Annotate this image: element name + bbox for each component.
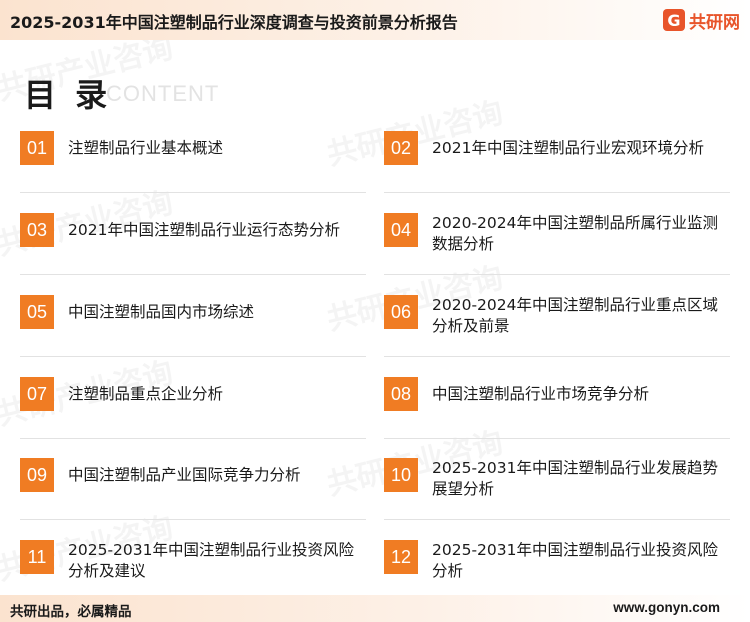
toc-item[interactable]: 03 2021年中国注塑制品行业运行态势分析 (20, 213, 368, 285)
divider (384, 192, 730, 193)
divider (20, 438, 366, 439)
header-bar: 2025-2031年中国注塑制品行业深度调查与投资前景分析报告 G 共研网 (0, 0, 750, 40)
toc-item[interactable]: 05 中国注塑制品国内市场综述 (20, 295, 368, 367)
toc-item-number: 10 (384, 458, 418, 492)
toc-item[interactable]: 06 2020-2024年中国注塑制品行业重点区域分析及前景 (384, 295, 732, 367)
toc-item-label: 2021年中国注塑制品行业运行态势分析 (68, 220, 340, 239)
toc-item-number: 08 (384, 377, 418, 411)
toc-item[interactable]: 09 中国注塑制品产业国际竞争力分析 (20, 458, 368, 530)
toc-item-label: 2025-2031年中国注塑制品行业发展趋势展望分析 (432, 459, 718, 498)
toc-heading: 目 录 (24, 76, 112, 114)
toc-item-label: 2020-2024年中国注塑制品行业重点区域分析及前景 (432, 296, 718, 335)
toc-item-label: 中国注塑制品行业市场竞争分析 (432, 384, 650, 403)
toc-item-number: 03 (20, 213, 54, 247)
toc-item-label: 2020-2024年中国注塑制品所属行业监测数据分析 (432, 214, 718, 253)
divider (384, 519, 730, 520)
toc-item-label: 2025-2031年中国注塑制品行业投资风险分析 (432, 541, 718, 580)
toc-item[interactable]: 08 中国注塑制品行业市场竞争分析 (384, 377, 732, 449)
divider (20, 356, 366, 357)
toc-item-label: 中国注塑制品产业国际竞争力分析 (68, 465, 301, 484)
divider (384, 356, 730, 357)
toc-item[interactable]: 04 2020-2024年中国注塑制品所属行业监测数据分析 (384, 213, 732, 285)
footer-slogan: 共研出品，必属精品 (10, 604, 132, 620)
toc-item-number: 02 (384, 131, 418, 165)
divider (20, 274, 366, 275)
logo-icon: G (663, 9, 685, 31)
toc-item[interactable]: 01 注塑制品行业基本概述 (20, 131, 368, 203)
toc-item[interactable]: 02 2021年中国注塑制品行业宏观环境分析 (384, 131, 732, 203)
footer-bar: 共研出品，必属精品 www.gonyn.com (0, 595, 750, 622)
toc-item-label: 中国注塑制品国内市场综述 (68, 302, 255, 321)
toc-item[interactable]: 10 2025-2031年中国注塑制品行业发展趋势展望分析 (384, 458, 732, 530)
footer-url[interactable]: www.gonyn.com (613, 600, 720, 615)
toc-item-number: 04 (384, 213, 418, 247)
toc-item-number: 07 (20, 377, 54, 411)
divider (20, 192, 366, 193)
toc-item-number: 12 (384, 540, 418, 574)
toc-item-label: 注塑制品重点企业分析 (68, 384, 224, 403)
report-title: 2025-2031年中国注塑制品行业深度调查与投资前景分析报告 (10, 13, 458, 32)
toc-item-number: 09 (20, 458, 54, 492)
logo-text: 共研网 (689, 12, 740, 33)
toc-item-label: 2021年中国注塑制品行业宏观环境分析 (432, 138, 704, 157)
toc-item-label: 注塑制品行业基本概述 (68, 138, 224, 157)
toc-subheading: CONTENT (106, 81, 220, 106)
toc-item-number: 11 (20, 540, 54, 574)
divider (384, 274, 730, 275)
toc-item-number: 06 (384, 295, 418, 329)
divider (384, 438, 730, 439)
toc-item-number: 05 (20, 295, 54, 329)
brand-logo[interactable]: G 共研网 (663, 7, 740, 33)
toc-item-number: 01 (20, 131, 54, 165)
toc-item[interactable]: 07 注塑制品重点企业分析 (20, 377, 368, 449)
toc-item-label: 2025-2031年中国注塑制品行业投资风险分析及建议 (68, 541, 354, 580)
divider (20, 519, 366, 520)
